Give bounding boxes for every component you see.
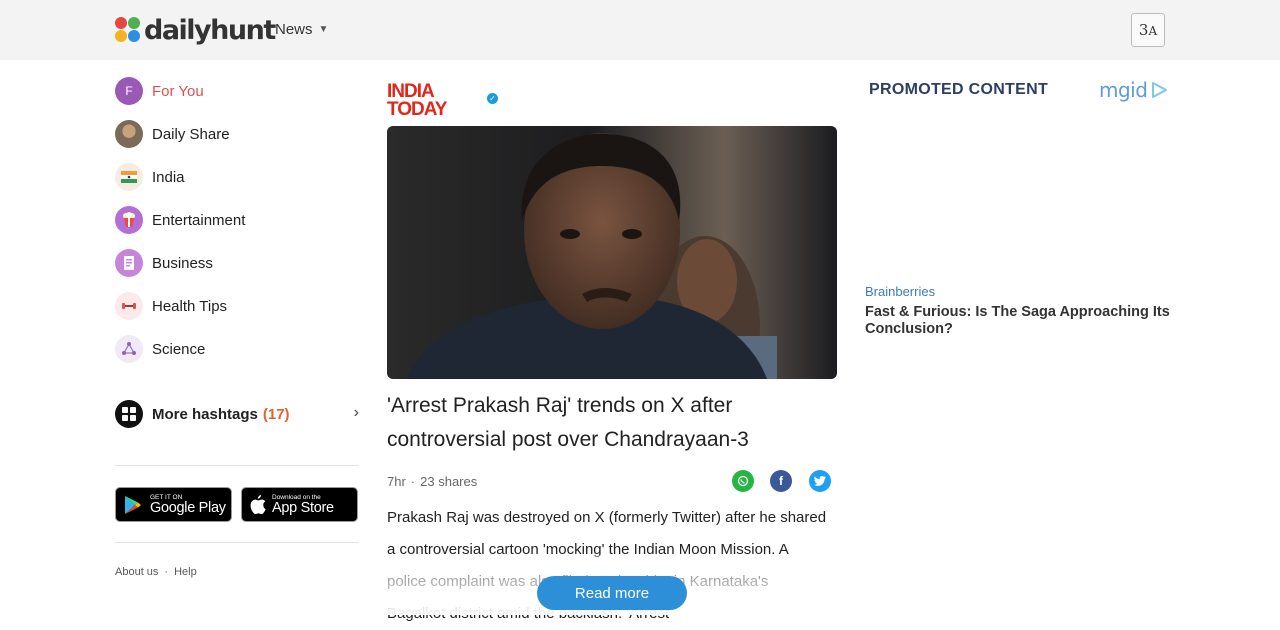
svg-text:TODAY: TODAY bbox=[387, 99, 448, 116]
sidebar-item-entertainment[interactable]: Entertainment bbox=[115, 205, 245, 235]
about-us-link[interactable]: About us bbox=[115, 566, 158, 578]
article-image[interactable] bbox=[387, 126, 837, 379]
whatsapp-share-icon[interactable] bbox=[732, 470, 754, 492]
sidebar-item-health-tips[interactable]: Health Tips bbox=[115, 291, 227, 321]
sidebar-divider bbox=[115, 465, 359, 466]
promoted-source[interactable]: Brainberries bbox=[865, 284, 935, 299]
verified-badge-icon: ✓ bbox=[487, 93, 498, 104]
article-headline[interactable]: 'Arrest Prakash Raj' trends on X after c… bbox=[387, 389, 837, 457]
mgid-play-icon bbox=[1152, 82, 1168, 98]
dailyhunt-logo-mark-icon bbox=[115, 17, 141, 43]
sidebar-item-for-you[interactable]: F For You bbox=[115, 76, 204, 106]
india-flag-icon bbox=[115, 163, 143, 191]
more-hashtags-label: More hashtags bbox=[152, 405, 258, 423]
footer-separator: · bbox=[164, 566, 169, 578]
news-dropdown[interactable]: News ▼ bbox=[275, 21, 328, 38]
sidebar-divider bbox=[115, 542, 359, 543]
sidebar-item-science[interactable]: Science bbox=[115, 334, 205, 364]
article-photo bbox=[387, 126, 837, 379]
business-icon bbox=[115, 249, 143, 277]
sidebar-item-label: Science bbox=[152, 340, 206, 358]
sidebar-item-business[interactable]: Business bbox=[115, 248, 213, 278]
app-store-button[interactable]: Download on the App Store bbox=[241, 487, 358, 522]
mgid-logo[interactable]: mgid bbox=[1099, 78, 1168, 102]
promoted-headline[interactable]: Fast & Furious: Is The Saga Approaching … bbox=[865, 304, 1175, 338]
for-you-icon: F bbox=[115, 77, 143, 105]
sidebar-item-label: For You bbox=[152, 82, 204, 100]
avatar-icon bbox=[115, 120, 143, 148]
read-more-button[interactable]: Read more bbox=[537, 576, 687, 610]
popcorn-icon bbox=[115, 206, 143, 234]
hashtags-count: (17) bbox=[262, 405, 290, 423]
language-button[interactable]: 3A bbox=[1131, 13, 1165, 47]
sidebar-item-india[interactable]: India bbox=[115, 162, 185, 192]
news-dropdown-label: News bbox=[275, 21, 313, 38]
grid-icon bbox=[115, 400, 143, 428]
article-shares: 23 shares bbox=[420, 474, 478, 489]
app-store-big-text: App Store bbox=[272, 499, 334, 516]
google-play-big-text: Google Play bbox=[150, 499, 226, 516]
molecule-icon bbox=[115, 335, 143, 363]
more-hashtags-button[interactable]: More hashtags (17) › bbox=[115, 399, 359, 429]
dumbbell-icon bbox=[115, 292, 143, 320]
facebook-share-icon[interactable]: f bbox=[770, 470, 792, 492]
sidebar-item-label: Health Tips bbox=[152, 297, 228, 315]
promoted-content-title: PROMOTED CONTENT bbox=[869, 81, 1049, 98]
sidebar-item-daily-share[interactable]: Daily Share bbox=[115, 119, 230, 149]
chevron-right-icon: › bbox=[353, 404, 359, 421]
brand-name: dailyhunt bbox=[144, 14, 276, 46]
sidebar-item-label: Business bbox=[152, 254, 213, 272]
twitter-share-icon[interactable] bbox=[809, 470, 831, 492]
india-today-logo[interactable]: INDIA TODAY bbox=[387, 80, 467, 116]
top-header: dailyhunt News ▼ 3A bbox=[0, 0, 1280, 60]
sidebar-item-label: Entertainment bbox=[152, 211, 246, 229]
google-play-button[interactable]: GET IT ON Google Play bbox=[115, 487, 232, 522]
article-time: 7hr bbox=[387, 474, 406, 489]
dailyhunt-logo[interactable]: dailyhunt bbox=[115, 13, 276, 47]
sidebar-item-label: India bbox=[152, 168, 185, 186]
meta-separator: · bbox=[410, 474, 416, 489]
apple-icon bbox=[250, 495, 266, 514]
mgid-logo-text: mgid bbox=[1099, 78, 1148, 102]
footer-links: About us · Help bbox=[115, 566, 197, 578]
language-translate-icon: 3A bbox=[1138, 21, 1158, 39]
caret-down-icon: ▼ bbox=[318, 24, 329, 35]
article-meta: 7hr · 23 shares bbox=[387, 474, 477, 489]
sidebar-item-label: Daily Share bbox=[152, 125, 230, 143]
help-link[interactable]: Help bbox=[174, 566, 197, 578]
google-play-icon bbox=[125, 495, 141, 514]
